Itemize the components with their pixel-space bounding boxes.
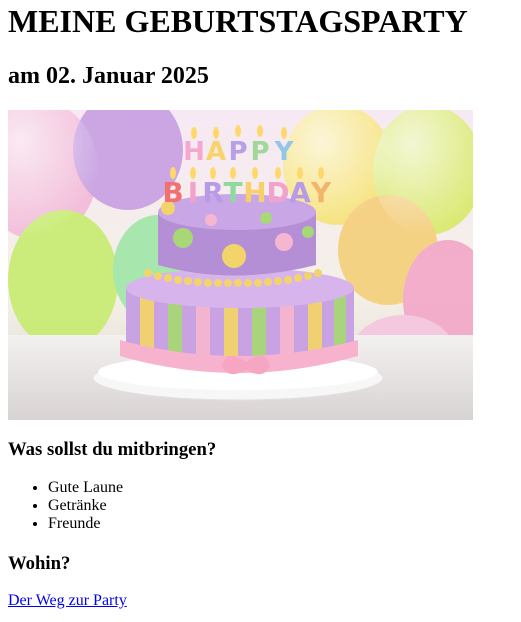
- svg-text:A: A: [289, 176, 311, 209]
- where-heading: Wohin?: [8, 553, 71, 574]
- svg-text:H: H: [243, 176, 266, 209]
- svg-text:Y: Y: [274, 137, 295, 167]
- svg-text:B: B: [162, 176, 183, 209]
- bring-heading: Was sollst du mitbringen?: [8, 439, 217, 460]
- svg-text:R: R: [202, 176, 224, 209]
- list-item: Freunde: [48, 515, 123, 533]
- svg-text:P: P: [250, 137, 269, 167]
- svg-text:D: D: [266, 176, 289, 209]
- svg-text:T: T: [223, 176, 242, 209]
- birthday-cake-image: H A P P Y B I R T H D A Y: [8, 110, 473, 420]
- svg-text:P: P: [228, 137, 247, 167]
- svg-text:I: I: [188, 176, 198, 209]
- svg-text:A: A: [206, 137, 226, 167]
- party-date: am 02. Januar 2025: [8, 63, 209, 89]
- page-title: MEINE GEBURTSTAGSPARTY: [8, 3, 468, 39]
- list-item: Getränke: [48, 497, 123, 515]
- svg-text:Y: Y: [310, 176, 332, 209]
- list-item: Gute Laune: [48, 479, 123, 497]
- directions-link[interactable]: Der Weg zur Party: [8, 592, 127, 610]
- bring-list: Gute Laune Getränke Freunde: [8, 479, 123, 533]
- svg-text:H: H: [183, 137, 205, 167]
